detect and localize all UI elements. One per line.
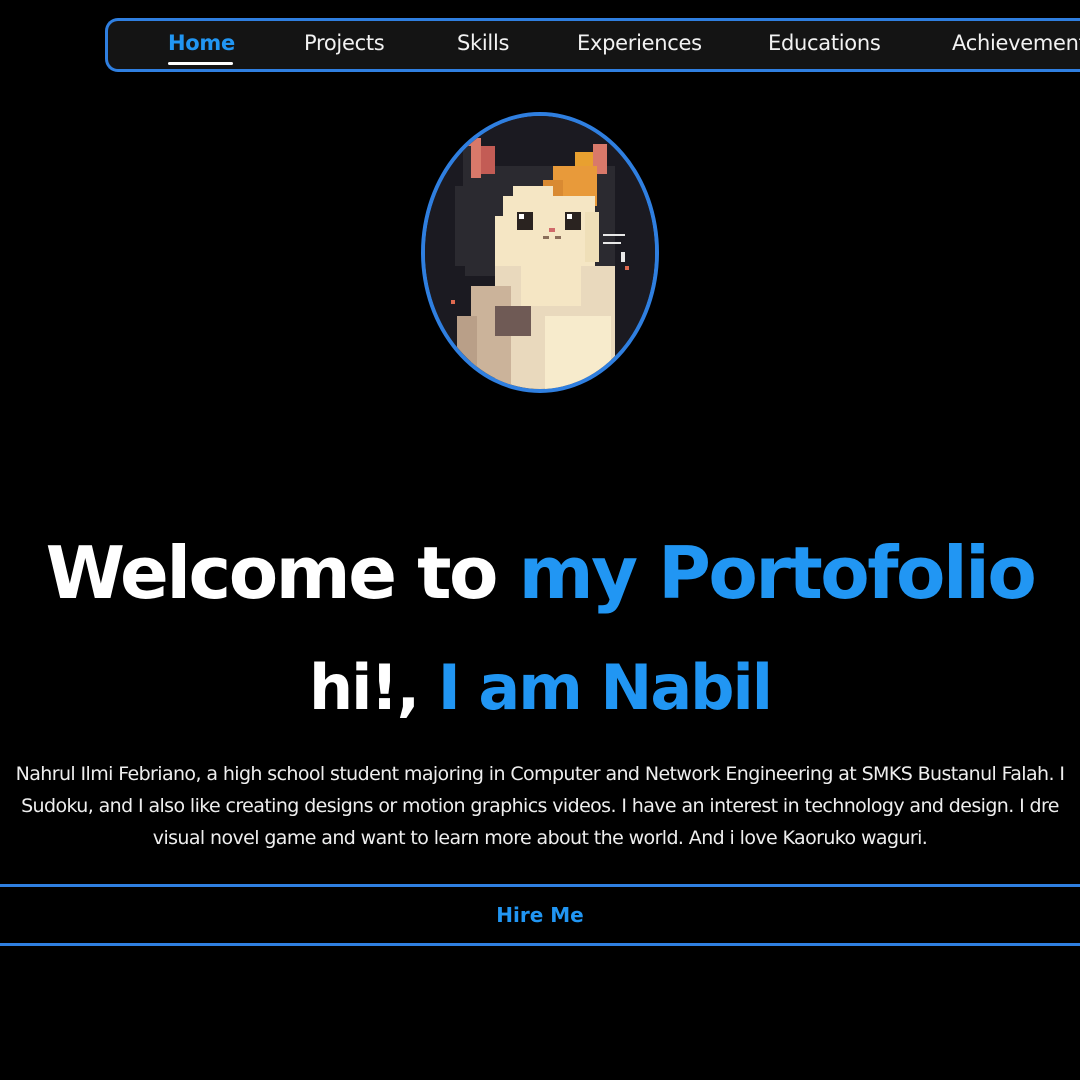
bio-paragraph: Nahrul Ilmi Febriano, a high school stud… xyxy=(0,758,1080,854)
hero-title-part2: my Portofolio xyxy=(518,531,1037,615)
hero-title: Welcome to my Portofolio xyxy=(0,527,1080,619)
hero-subtitle-part2: I am Nabil xyxy=(437,651,773,724)
bio-line: visual novel game and want to learn more… xyxy=(152,827,928,849)
pixel-cat-icon xyxy=(425,116,655,389)
hire-me-button[interactable]: Hire Me xyxy=(0,884,1080,946)
bio-line: Nahrul Ilmi Febriano, a high school stud… xyxy=(15,763,1065,785)
nav-item-skills[interactable]: Skills xyxy=(457,31,509,55)
active-nav-indicator xyxy=(168,62,233,65)
nav-item-home[interactable]: Home xyxy=(168,31,235,55)
top-navbar: Home Projects Skills Experiences Educati… xyxy=(105,18,1080,72)
hero-title-part1: Welcome to xyxy=(45,531,499,615)
avatar xyxy=(421,112,659,393)
nav-item-projects[interactable]: Projects xyxy=(304,31,385,55)
nav-item-experiences[interactable]: Experiences xyxy=(577,31,702,55)
hire-me-label: Hire Me xyxy=(496,903,584,927)
nav-item-achievement[interactable]: Achievement xyxy=(952,31,1080,55)
hero-subtitle-part1: hi!, xyxy=(308,651,420,724)
nav-item-educations[interactable]: Educations xyxy=(768,31,881,55)
bio-line: Sudoku, and I also like creating designs… xyxy=(21,795,1059,817)
hero-subtitle: hi!, I am Nabil xyxy=(0,648,1080,728)
